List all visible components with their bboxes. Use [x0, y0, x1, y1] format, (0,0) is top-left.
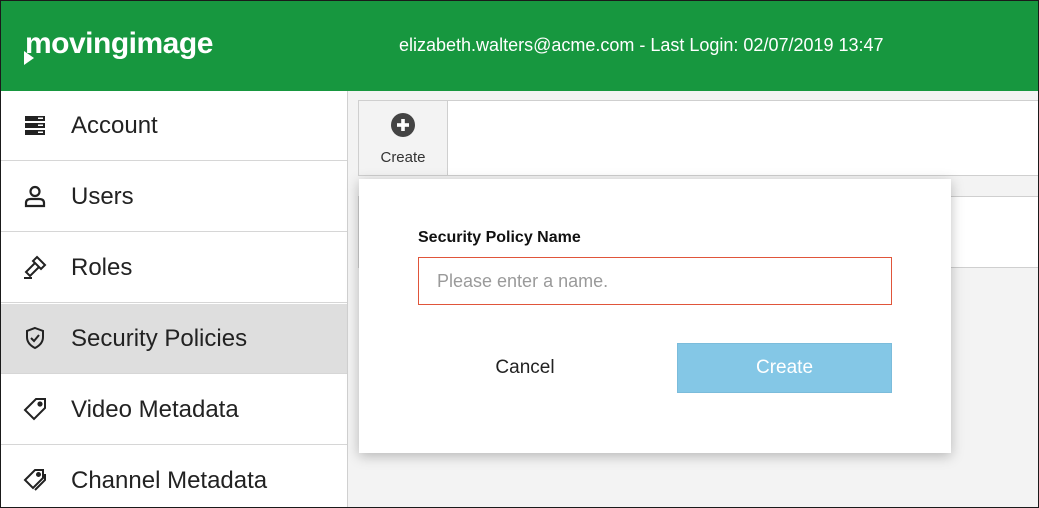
- sidebar-item-roles[interactable]: Roles: [1, 233, 347, 303]
- server-icon: [25, 116, 45, 135]
- policy-name-input[interactable]: [418, 257, 892, 305]
- policy-name-label: Security Policy Name: [418, 229, 581, 246]
- sidebar-item-label: Account: [71, 112, 158, 139]
- sidebar-item-label: Channel Metadata: [71, 467, 268, 494]
- sidebar-item-channel-metadata[interactable]: Channel Metadata: [1, 446, 347, 507]
- sidebar-item-users[interactable]: Users: [1, 162, 347, 232]
- user-icon: [24, 185, 46, 208]
- user-login-info: elizabeth.walters@acme.com - Last Login:…: [399, 35, 884, 55]
- app-window: movingimage elizabeth.walters@acme.com -…: [0, 0, 1039, 508]
- cancel-button[interactable]: Cancel: [418, 343, 632, 393]
- sidebar-item-label: Security Policies: [71, 325, 248, 352]
- gavel-icon: [24, 255, 47, 279]
- sidebar-item-label: Roles: [71, 254, 133, 281]
- logo-play-icon: [24, 51, 34, 65]
- tags-icon: [23, 469, 46, 491]
- sidebar-item-security-policies[interactable]: Security Policies: [1, 304, 347, 374]
- plus-circle-icon: [391, 113, 415, 137]
- toolbar-create-label: Create: [380, 149, 426, 166]
- sidebar-item-label: Users: [71, 183, 134, 210]
- sidebar-item-account[interactable]: Account: [1, 91, 347, 161]
- app-logo[interactable]: movingimage: [25, 27, 213, 61]
- create-policy-dialog: Security Policy Name Cancel Create: [359, 179, 951, 453]
- sidebar-item-label: Video Metadata: [71, 396, 239, 423]
- create-button[interactable]: Create: [677, 343, 892, 393]
- app-header: movingimage elizabeth.walters@acme.com -…: [1, 1, 1038, 91]
- sidebar-item-video-metadata[interactable]: Video Metadata: [1, 375, 347, 445]
- shield-icon: [26, 326, 44, 350]
- toolbar: Create: [358, 100, 1038, 176]
- toolbar-create-button[interactable]: Create: [359, 101, 448, 175]
- sidebar: Account Users Roles Security Policies Vi…: [1, 91, 348, 507]
- tag-icon: [23, 398, 46, 421]
